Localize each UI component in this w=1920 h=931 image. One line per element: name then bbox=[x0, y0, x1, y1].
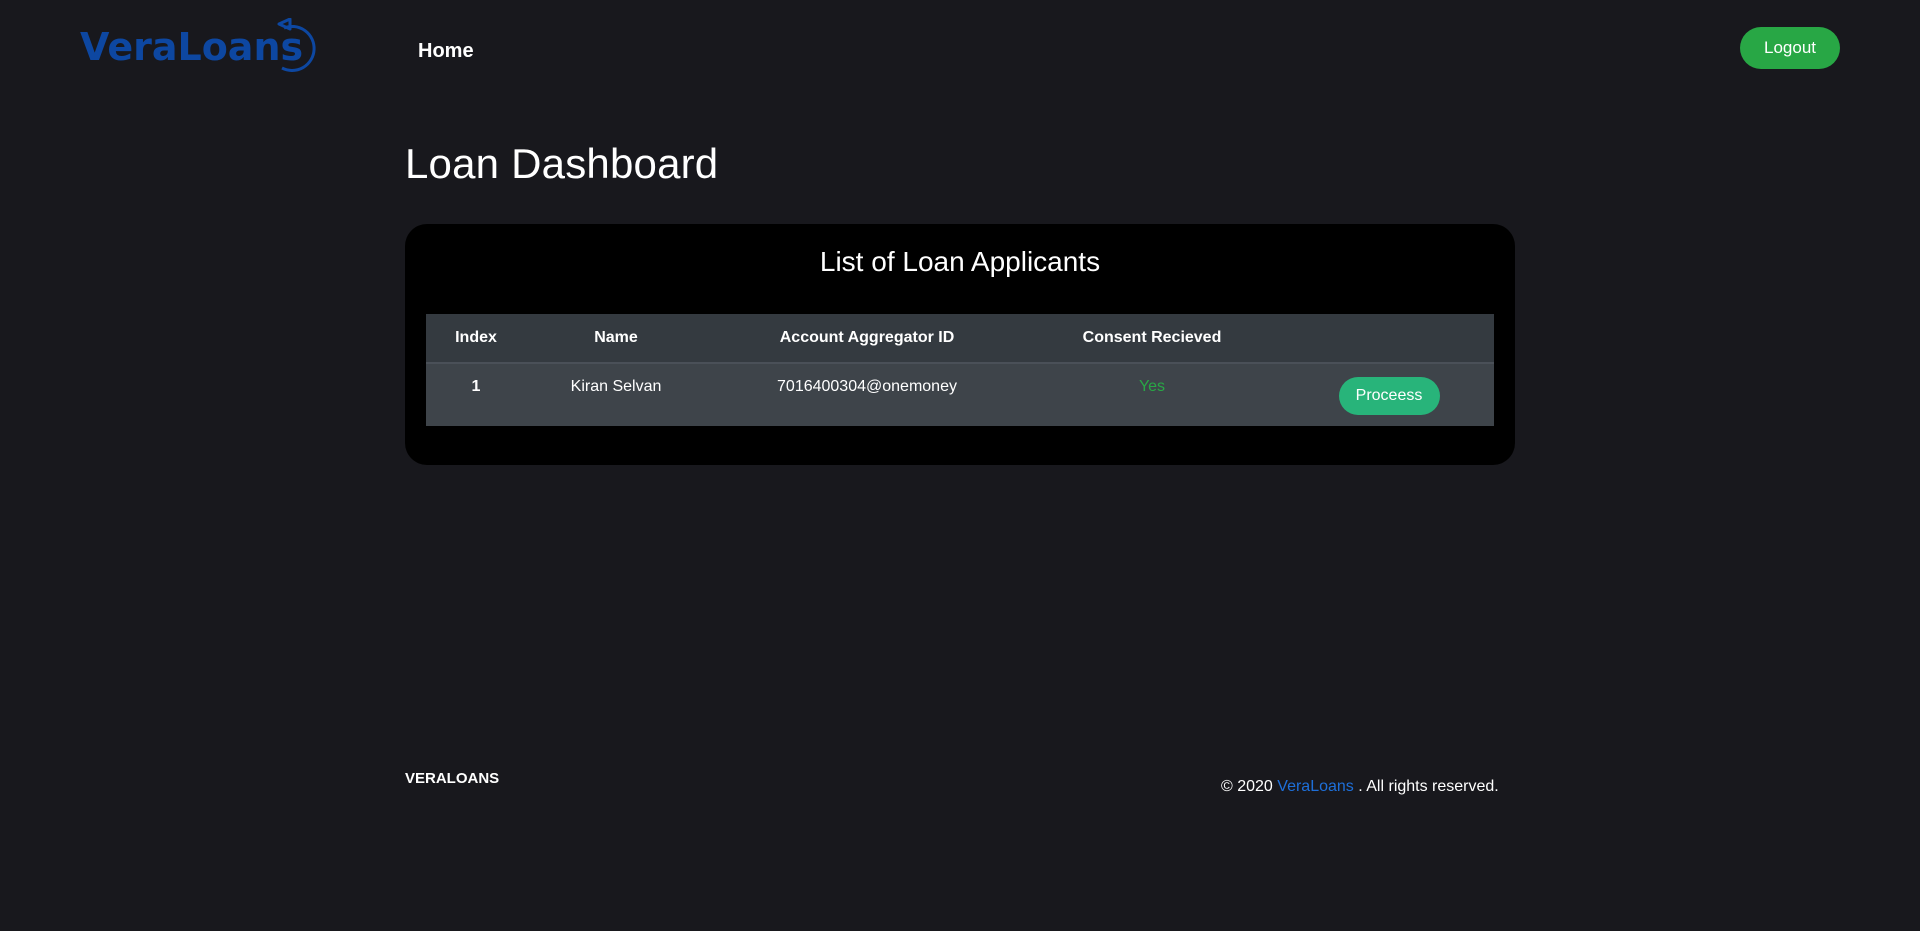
footer-copyright: © 2020 VeraLoans . All rights reserved. bbox=[1221, 778, 1499, 796]
logo-image: VeraLoans bbox=[80, 18, 316, 72]
table-header-row: Index Name Account Aggregator ID Consent… bbox=[426, 314, 1494, 364]
footer-veraloans-link[interactable]: VeraLoans bbox=[1277, 778, 1354, 795]
cell-name: Kiran Selvan bbox=[526, 363, 706, 426]
column-header-index: Index bbox=[426, 314, 526, 364]
logo-wordmark: VeraLoans bbox=[80, 25, 303, 69]
page-title: Loan Dashboard bbox=[405, 140, 719, 187]
applicants-card-title: List of Loan Applicants bbox=[819, 246, 1101, 277]
copyright-suffix: . All rights reserved. bbox=[1358, 778, 1499, 795]
nav-home-link[interactable]: Home bbox=[418, 40, 474, 63]
cell-consent: Yes bbox=[1028, 363, 1276, 426]
table-row: 1 Kiran Selvan 7016400304@onemoney Yes P… bbox=[426, 363, 1494, 426]
logout-button[interactable]: Logout bbox=[1740, 27, 1840, 69]
applicants-table: Index Name Account Aggregator ID Consent… bbox=[426, 314, 1494, 426]
footer-brand: VERALOANS bbox=[405, 770, 500, 787]
top-navbar: VeraLoans Home Logout bbox=[0, 0, 1920, 100]
column-header-consent: Consent Recieved bbox=[1028, 314, 1276, 364]
copyright-prefix: © 2020 bbox=[1221, 778, 1273, 795]
cell-index: 1 bbox=[426, 363, 526, 426]
veraloans-logo[interactable]: VeraLoans bbox=[78, 18, 324, 74]
applicants-card: List of Loan Applicants Index Name Accou… bbox=[405, 224, 1515, 465]
process-button[interactable]: Proceess bbox=[1338, 377, 1440, 415]
column-header-action bbox=[1276, 314, 1494, 364]
cell-aa-id: 7016400304@onemoney bbox=[706, 363, 1028, 426]
column-header-name: Name bbox=[526, 314, 706, 364]
cell-action: Proceess bbox=[1276, 363, 1494, 426]
column-header-aa-id: Account Aggregator ID bbox=[706, 314, 1028, 364]
